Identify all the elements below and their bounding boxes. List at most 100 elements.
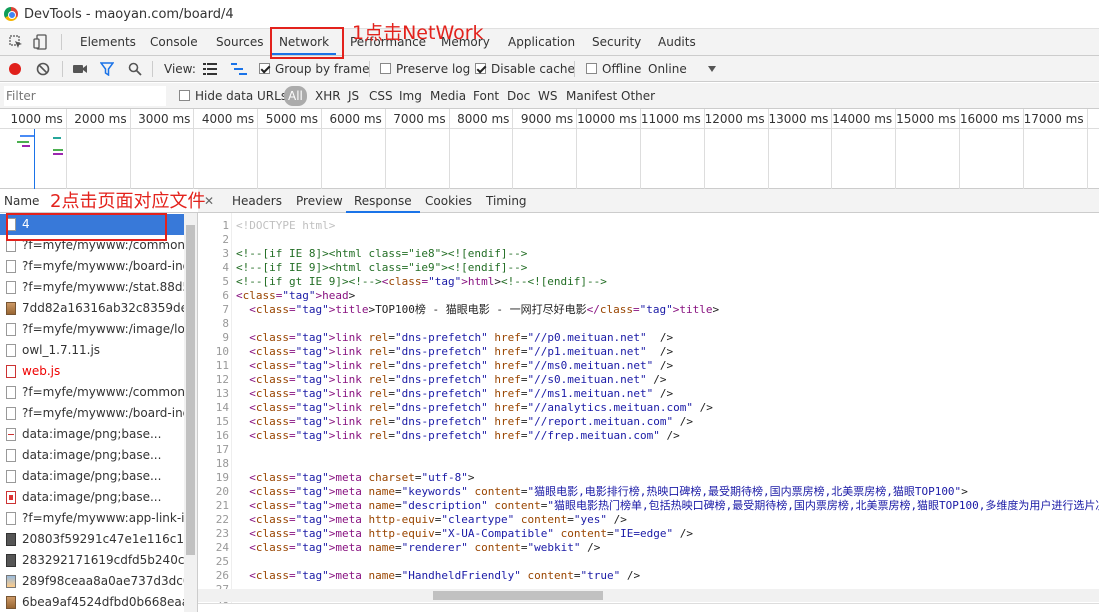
request-row[interactable]: data:image/png;base... <box>0 487 184 508</box>
group-by-frame-check[interactable] <box>259 63 270 74</box>
tab-console[interactable]: Console <box>150 29 198 55</box>
disable-cache-checkbox[interactable]: Disable cache <box>475 56 575 82</box>
tab-timing[interactable]: Timing <box>486 189 527 213</box>
request-name: 289f98ceaa8a0ae737d3dc01cc... <box>22 574 184 588</box>
request-row[interactable]: 7dd82a16316ab32c8359debd... <box>0 298 184 319</box>
record-icon[interactable] <box>8 62 22 76</box>
code-text: <class="tag">meta http-equiv="X-UA-Compa… <box>249 527 694 540</box>
timeline-gridline <box>576 109 578 189</box>
code-text: <class="tag">meta name="renderer" conten… <box>249 541 601 554</box>
clear-icon[interactable] <box>36 62 50 76</box>
request-row[interactable]: data:image/png;base... <box>0 445 184 466</box>
requests-scrollbar-thumb[interactable] <box>186 225 195 555</box>
line-number: 9 <box>222 331 229 344</box>
request-row[interactable]: ?f=myfe/mywww:/common.ee... <box>0 382 184 403</box>
filter-funnel-icon[interactable] <box>100 62 114 76</box>
tab-audits[interactable]: Audits <box>658 29 696 55</box>
filter-type-doc[interactable]: Doc <box>507 83 530 109</box>
file-icon <box>6 596 16 609</box>
filter-type-css[interactable]: CSS <box>369 83 393 109</box>
request-name: web.js <box>22 364 61 378</box>
filter-type-other[interactable]: Other <box>621 83 655 109</box>
tab-response[interactable]: Response <box>346 189 420 213</box>
request-name: data:image/png;base... <box>22 469 162 483</box>
tab-application[interactable]: Application <box>508 29 575 55</box>
filter-type-media[interactable]: Media <box>430 83 466 109</box>
offline-checkbox[interactable]: Offline <box>586 56 641 82</box>
filter-type-manifest[interactable]: Manifest <box>566 83 617 109</box>
response-panel: ✕ Headers Preview Response Cookies Timin… <box>198 189 1099 612</box>
response-hscrollbar-thumb[interactable] <box>433 591 603 600</box>
group-by-frame-checkbox[interactable]: Group by frame <box>259 56 369 82</box>
code-line: 26 <class="tag">meta name="HandheldFrien… <box>198 569 1099 583</box>
file-icon <box>6 260 16 273</box>
toolbar-separator <box>574 61 575 77</box>
tab-cookies[interactable]: Cookies <box>425 189 472 213</box>
large-rows-icon[interactable] <box>203 63 217 75</box>
request-name: ?f=myfe/mywww:app-link-ico... <box>22 511 184 525</box>
preserve-log-check[interactable] <box>380 63 391 74</box>
device-toolbar-icon[interactable] <box>33 34 49 50</box>
request-row[interactable]: ?f=myfe/mywww:/board-inde... <box>0 403 184 424</box>
request-row[interactable]: ?f=myfe/mywww:/image/load... <box>0 319 184 340</box>
filter-type-js[interactable]: JS <box>348 83 359 109</box>
request-row[interactable]: 6bea9af4524dfbd0b668eaa7e... <box>0 592 184 613</box>
filter-type-img[interactable]: Img <box>399 83 422 109</box>
window-titlebar: DevTools - maoyan.com/board/4 <box>0 0 1099 29</box>
timeline-overview[interactable]: 1000 ms 2000 ms 3000 ms 4000 ms 5000 ms 6000 … <box>0 109 1099 189</box>
video-camera-icon[interactable] <box>72 62 88 76</box>
line-number: 4 <box>222 261 229 274</box>
request-row[interactable]: 283292171619cdfd5b240c8fd... <box>0 550 184 571</box>
waterfall-overview-icon[interactable] <box>231 63 247 75</box>
filter-type-all[interactable]: All <box>284 86 307 106</box>
line-number: 6 <box>222 289 229 302</box>
request-name: 6bea9af4524dfbd0b668eaa7e... <box>22 595 184 609</box>
requests-scrollbar[interactable] <box>184 213 197 612</box>
request-name: ?f=myfe/mywww:/common.ee... <box>22 385 184 399</box>
annotation-step1: 1点击NetWork <box>352 22 484 44</box>
tab-sources[interactable]: Sources <box>216 29 263 55</box>
filter-input[interactable] <box>4 86 166 106</box>
code-text: <class="tag">link rel="dns-prefetch" hre… <box>249 331 674 344</box>
file-icon <box>6 407 16 420</box>
line-number: 5 <box>222 275 229 288</box>
request-row[interactable]: web.js <box>0 361 184 382</box>
hide-data-urls-check[interactable] <box>179 90 190 101</box>
line-number: 16 <box>215 429 229 442</box>
request-row[interactable]: 289f98ceaa8a0ae737d3dc01cc... <box>0 571 184 592</box>
request-name: ?f=myfe/mywww:/image/load... <box>22 322 184 336</box>
tab-security[interactable]: Security <box>592 29 641 55</box>
request-row[interactable]: data:image/png;base... <box>0 466 184 487</box>
code-line: 3 <!--[if IE 8]><html class="ie8"><![endi… <box>198 247 1099 261</box>
close-detail-icon[interactable]: ✕ <box>204 195 216 207</box>
hide-data-urls-checkbox[interactable]: Hide data URLs <box>179 83 287 109</box>
search-icon[interactable] <box>128 62 142 76</box>
request-row[interactable]: data:image/png;base... <box>0 424 184 445</box>
disable-cache-check[interactable] <box>475 63 486 74</box>
request-row[interactable]: ?f=myfe/mywww:/board-inde... <box>0 256 184 277</box>
dom-content-loaded-line <box>34 129 35 189</box>
code-line: 1 <!DOCTYPE html> <box>198 219 1099 233</box>
code-text: <class="tag">link rel="dns-prefetch" hre… <box>249 401 713 414</box>
toolbar-separator <box>369 61 370 77</box>
preserve-log-checkbox[interactable]: Preserve log <box>380 56 470 82</box>
response-source[interactable]: 1 <!DOCTYPE html> 2 3 <!--[if IE 8]><html cl… <box>198 213 1099 603</box>
filter-type-ws[interactable]: WS <box>538 83 557 109</box>
tab-elements[interactable]: Elements <box>80 29 136 55</box>
tab-preview[interactable]: Preview <box>296 189 343 213</box>
tab-headers[interactable]: Headers <box>232 189 282 213</box>
filter-type-xhr[interactable]: XHR <box>315 83 341 109</box>
toolbar-separator <box>62 61 63 77</box>
code-line: 8 <box>198 317 1099 331</box>
request-row[interactable]: owl_1.7.11.js <box>0 340 184 361</box>
request-row[interactable]: 20803f59291c47e1e116c1196... <box>0 529 184 550</box>
filter-type-font[interactable]: Font <box>473 83 499 109</box>
request-row[interactable]: ?f=myfe/mywww:/stat.88d57c... <box>0 277 184 298</box>
response-hscrollbar[interactable] <box>198 589 1099 602</box>
request-row[interactable]: ?f=myfe/mywww:app-link-ico... <box>0 508 184 529</box>
throttling-select[interactable]: Online <box>648 56 687 82</box>
chevron-down-icon[interactable] <box>707 65 717 73</box>
timeline-request-bar <box>53 149 63 151</box>
offline-check[interactable] <box>586 63 597 74</box>
inspect-element-icon[interactable] <box>9 35 23 49</box>
